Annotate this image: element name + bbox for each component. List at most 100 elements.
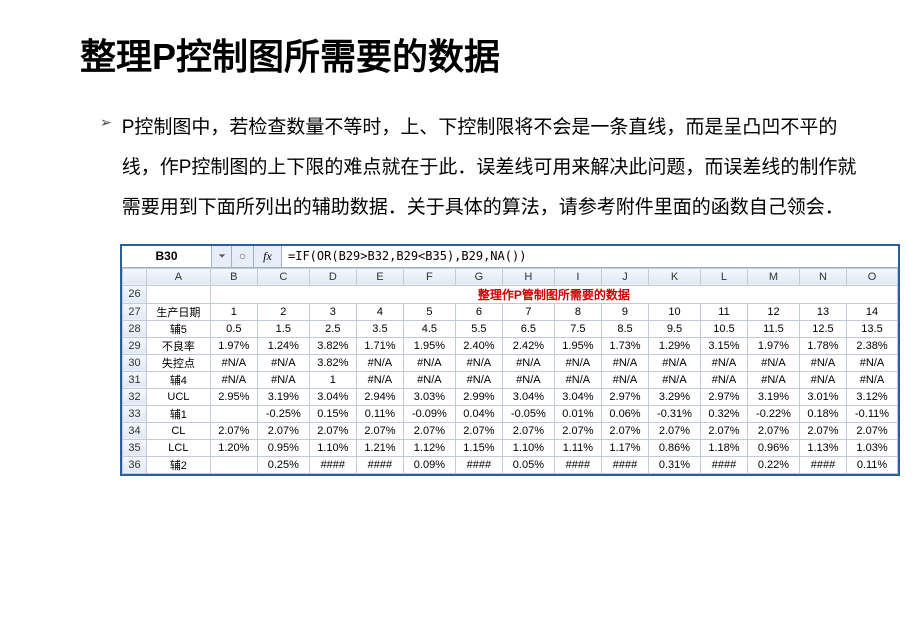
cell[interactable]: #### <box>455 456 502 473</box>
row-label[interactable]: 辅4 <box>147 371 211 388</box>
column-header[interactable]: G <box>455 268 502 285</box>
cell[interactable]: 13.5 <box>847 320 898 337</box>
cell[interactable]: 8.5 <box>601 320 648 337</box>
row-header[interactable]: 34 <box>123 422 147 439</box>
cell[interactable]: 2.07% <box>403 422 455 439</box>
cell[interactable]: 3.04% <box>309 388 356 405</box>
row-label[interactable]: 辅2 <box>147 456 211 473</box>
row-label[interactable]: 失控点 <box>147 354 211 371</box>
cell[interactable]: 2.07% <box>601 422 648 439</box>
cell[interactable]: #N/A <box>403 354 455 371</box>
cell[interactable]: 1 <box>309 371 356 388</box>
column-header[interactable]: A <box>147 268 211 285</box>
name-box-dropdown[interactable] <box>212 246 232 267</box>
cell[interactable]: 2.5 <box>309 320 356 337</box>
cell[interactable]: 1.03% <box>847 439 898 456</box>
cell[interactable]: 0.18% <box>799 405 846 422</box>
cell[interactable]: #N/A <box>554 371 601 388</box>
cell[interactable]: #### <box>700 456 747 473</box>
cell[interactable]: 11 <box>700 303 747 320</box>
cell[interactable]: 13 <box>799 303 846 320</box>
cell[interactable]: 3.15% <box>700 337 747 354</box>
cell[interactable]: 1.29% <box>649 337 701 354</box>
cell[interactable]: 4.5 <box>403 320 455 337</box>
cell[interactable]: #N/A <box>210 354 257 371</box>
cell[interactable]: -0.31% <box>649 405 701 422</box>
cell[interactable]: 12.5 <box>799 320 846 337</box>
cell[interactable]: #N/A <box>601 371 648 388</box>
cell[interactable]: 14 <box>847 303 898 320</box>
cell[interactable]: 3.82% <box>309 354 356 371</box>
cell[interactable]: #N/A <box>502 371 554 388</box>
cell[interactable]: 1.5 <box>257 320 309 337</box>
row-label[interactable]: UCL <box>147 388 211 405</box>
cell[interactable] <box>147 285 211 303</box>
cell[interactable]: 0.5 <box>210 320 257 337</box>
row-label[interactable]: 辅5 <box>147 320 211 337</box>
cell[interactable]: 2.97% <box>700 388 747 405</box>
cell[interactable]: -0.22% <box>748 405 800 422</box>
cell[interactable]: 1.13% <box>799 439 846 456</box>
cell[interactable]: 3.19% <box>257 388 309 405</box>
cell[interactable]: 1.21% <box>356 439 403 456</box>
cell[interactable]: 2.40% <box>455 337 502 354</box>
row-header[interactable]: 29 <box>123 337 147 354</box>
cell[interactable]: #N/A <box>847 354 898 371</box>
cell[interactable]: 3.82% <box>309 337 356 354</box>
cell[interactable]: #### <box>356 456 403 473</box>
cell[interactable]: 2.07% <box>309 422 356 439</box>
cell[interactable]: 0.11% <box>847 456 898 473</box>
cell[interactable]: -0.09% <box>403 405 455 422</box>
cell[interactable]: 2.07% <box>502 422 554 439</box>
row-header[interactable]: 30 <box>123 354 147 371</box>
cell[interactable]: 3.04% <box>502 388 554 405</box>
cell[interactable]: #N/A <box>455 371 502 388</box>
column-header[interactable]: F <box>403 268 455 285</box>
cell[interactable]: #N/A <box>502 354 554 371</box>
cell[interactable]: 5.5 <box>455 320 502 337</box>
cell[interactable]: 2.07% <box>210 422 257 439</box>
cell[interactable]: 11.5 <box>748 320 800 337</box>
cell[interactable]: #N/A <box>748 371 800 388</box>
row-header[interactable]: 32 <box>123 388 147 405</box>
cell[interactable]: 2.07% <box>748 422 800 439</box>
cell[interactable]: 0.31% <box>649 456 701 473</box>
cell[interactable]: 9 <box>601 303 648 320</box>
cell[interactable]: 1.15% <box>455 439 502 456</box>
select-all-corner[interactable] <box>123 268 147 285</box>
cell[interactable]: 3.5 <box>356 320 403 337</box>
cell[interactable]: 1.71% <box>356 337 403 354</box>
cell[interactable]: 0.22% <box>748 456 800 473</box>
cell[interactable]: #N/A <box>748 354 800 371</box>
cell[interactable]: #N/A <box>356 371 403 388</box>
cell[interactable]: 3.03% <box>403 388 455 405</box>
row-header[interactable]: 36 <box>123 456 147 473</box>
cell[interactable]: #N/A <box>700 354 747 371</box>
cell[interactable]: #N/A <box>649 371 701 388</box>
cell[interactable]: 1.12% <box>403 439 455 456</box>
cell[interactable]: 2.42% <box>502 337 554 354</box>
cell[interactable]: 2.07% <box>649 422 701 439</box>
fx-label[interactable]: fx <box>254 246 282 267</box>
cell[interactable]: #N/A <box>799 371 846 388</box>
row-label[interactable]: 辅1 <box>147 405 211 422</box>
cell[interactable]: 1.95% <box>554 337 601 354</box>
cell[interactable]: 2.97% <box>601 388 648 405</box>
cell[interactable]: #N/A <box>649 354 701 371</box>
cell[interactable]: #### <box>601 456 648 473</box>
cell[interactable] <box>210 405 257 422</box>
cell[interactable]: 1 <box>210 303 257 320</box>
cell[interactable]: #### <box>554 456 601 473</box>
cell[interactable]: 2.07% <box>257 422 309 439</box>
row-label[interactable]: 不良率 <box>147 337 211 354</box>
cell[interactable]: 3.29% <box>649 388 701 405</box>
cell[interactable]: -0.11% <box>847 405 898 422</box>
cell[interactable]: #N/A <box>601 354 648 371</box>
cell[interactable]: 2.07% <box>700 422 747 439</box>
cell[interactable]: 6.5 <box>502 320 554 337</box>
cell[interactable]: 0.32% <box>700 405 747 422</box>
cell[interactable]: #N/A <box>210 371 257 388</box>
cell[interactable]: 2.95% <box>210 388 257 405</box>
cell[interactable]: 0.15% <box>309 405 356 422</box>
column-header[interactable]: H <box>502 268 554 285</box>
